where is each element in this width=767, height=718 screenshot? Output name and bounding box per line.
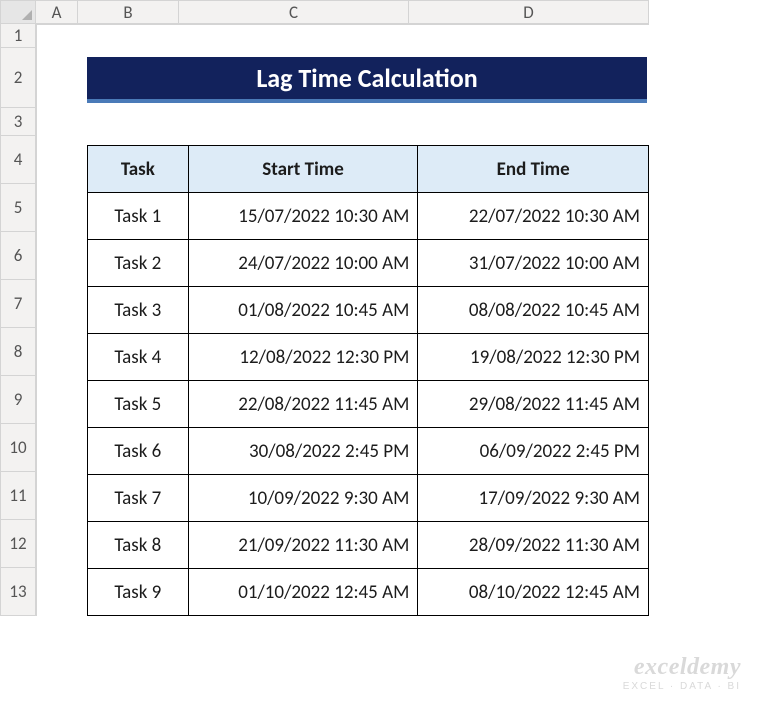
cell-end-time[interactable]: 28/09/2022 11:30 AM <box>418 522 649 569</box>
table-row: Task 412/08/2022 12:30 PM19/08/2022 12:3… <box>88 334 649 381</box>
col-header-B[interactable]: B <box>78 0 179 24</box>
watermark-tagline: EXCEL · DATA · BI <box>623 681 741 692</box>
row-header-6[interactable]: 6 <box>0 232 36 280</box>
cell-start-time[interactable]: 10/09/2022 9:30 AM <box>188 475 418 522</box>
cell-task-name[interactable]: Task 3 <box>88 287 189 334</box>
col-header-D[interactable]: D <box>409 0 649 24</box>
cell-end-time[interactable]: 08/10/2022 12:45 AM <box>418 569 649 616</box>
cell-start-time[interactable]: 01/10/2022 12:45 AM <box>188 569 418 616</box>
page-title: Lag Time Calculation <box>87 57 647 103</box>
row-header-4[interactable]: 4 <box>0 136 36 184</box>
col-header-C[interactable]: C <box>179 0 409 24</box>
table-row: Task 301/08/2022 10:45 AM08/08/2022 10:4… <box>88 287 649 334</box>
cell-start-time[interactable]: 15/07/2022 10:30 AM <box>188 193 418 240</box>
cell-end-time[interactable]: 08/08/2022 10:45 AM <box>418 287 649 334</box>
content-area[interactable]: Lag Time Calculation Task Start Time End… <box>36 24 649 616</box>
table-row: Task 710/09/2022 9:30 AM17/09/2022 9:30 … <box>88 475 649 522</box>
cell-start-time[interactable]: 21/09/2022 11:30 AM <box>188 522 418 569</box>
table-row: Task 115/07/2022 10:30 AM22/07/2022 10:3… <box>88 193 649 240</box>
cell-end-time[interactable]: 19/08/2022 12:30 PM <box>418 334 649 381</box>
row-header-2[interactable]: 2 <box>0 48 36 108</box>
cell-end-time[interactable]: 29/08/2022 11:45 AM <box>418 381 649 428</box>
table-row: Task 630/08/2022 2:45 PM06/09/2022 2:45 … <box>88 428 649 475</box>
watermark: exceldemy EXCEL · DATA · BI <box>623 654 741 692</box>
cell-start-time[interactable]: 01/08/2022 10:45 AM <box>188 287 418 334</box>
table-row: Task 224/07/2022 10:00 AM31/07/2022 10:0… <box>88 240 649 287</box>
row-header-5[interactable]: 5 <box>0 184 36 232</box>
cell-task-name[interactable]: Task 5 <box>88 381 189 428</box>
select-all-corner[interactable] <box>0 0 36 24</box>
cell-end-time[interactable]: 22/07/2022 10:30 AM <box>418 193 649 240</box>
cell-start-time[interactable]: 22/08/2022 11:45 AM <box>188 381 418 428</box>
row-header-10[interactable]: 10 <box>0 424 36 472</box>
row-header-3[interactable]: 3 <box>0 108 36 136</box>
row-header-1[interactable]: 1 <box>0 24 36 48</box>
cell-task-name[interactable]: Task 9 <box>88 569 189 616</box>
header-task[interactable]: Task <box>88 146 189 193</box>
row-header-12[interactable]: 12 <box>0 520 36 568</box>
cell-start-time[interactable]: 30/08/2022 2:45 PM <box>188 428 418 475</box>
cell-end-time[interactable]: 31/07/2022 10:00 AM <box>418 240 649 287</box>
cell-task-name[interactable]: Task 8 <box>88 522 189 569</box>
header-start[interactable]: Start Time <box>188 146 418 193</box>
cell-task-name[interactable]: Task 6 <box>88 428 189 475</box>
cell-end-time[interactable]: 06/09/2022 2:45 PM <box>418 428 649 475</box>
row-header-8[interactable]: 8 <box>0 328 36 376</box>
watermark-brand: exceldemy <box>623 654 741 681</box>
cell-start-time[interactable]: 12/08/2022 12:30 PM <box>188 334 418 381</box>
spreadsheet-grid: A B C D 1 Lag Time Calculation Task Star… <box>0 0 649 616</box>
cell-task-name[interactable]: Task 1 <box>88 193 189 240</box>
row-header-9[interactable]: 9 <box>0 376 36 424</box>
cell-task-name[interactable]: Task 2 <box>88 240 189 287</box>
table-header-row: Task Start Time End Time <box>88 146 649 193</box>
row-header-13[interactable]: 13 <box>0 568 36 616</box>
row-header-7[interactable]: 7 <box>0 280 36 328</box>
table-row: Task 522/08/2022 11:45 AM29/08/2022 11:4… <box>88 381 649 428</box>
header-end[interactable]: End Time <box>418 146 649 193</box>
table-row: Task 901/10/2022 12:45 AM08/10/2022 12:4… <box>88 569 649 616</box>
cell-task-name[interactable]: Task 7 <box>88 475 189 522</box>
cell-end-time[interactable]: 17/09/2022 9:30 AM <box>418 475 649 522</box>
row-header-11[interactable]: 11 <box>0 472 36 520</box>
task-table: Task Start Time End Time Task 115/07/202… <box>87 145 649 616</box>
col-header-A[interactable]: A <box>36 0 78 24</box>
table-row: Task 821/09/2022 11:30 AM28/09/2022 11:3… <box>88 522 649 569</box>
cell-start-time[interactable]: 24/07/2022 10:00 AM <box>188 240 418 287</box>
cell-task-name[interactable]: Task 4 <box>88 334 189 381</box>
